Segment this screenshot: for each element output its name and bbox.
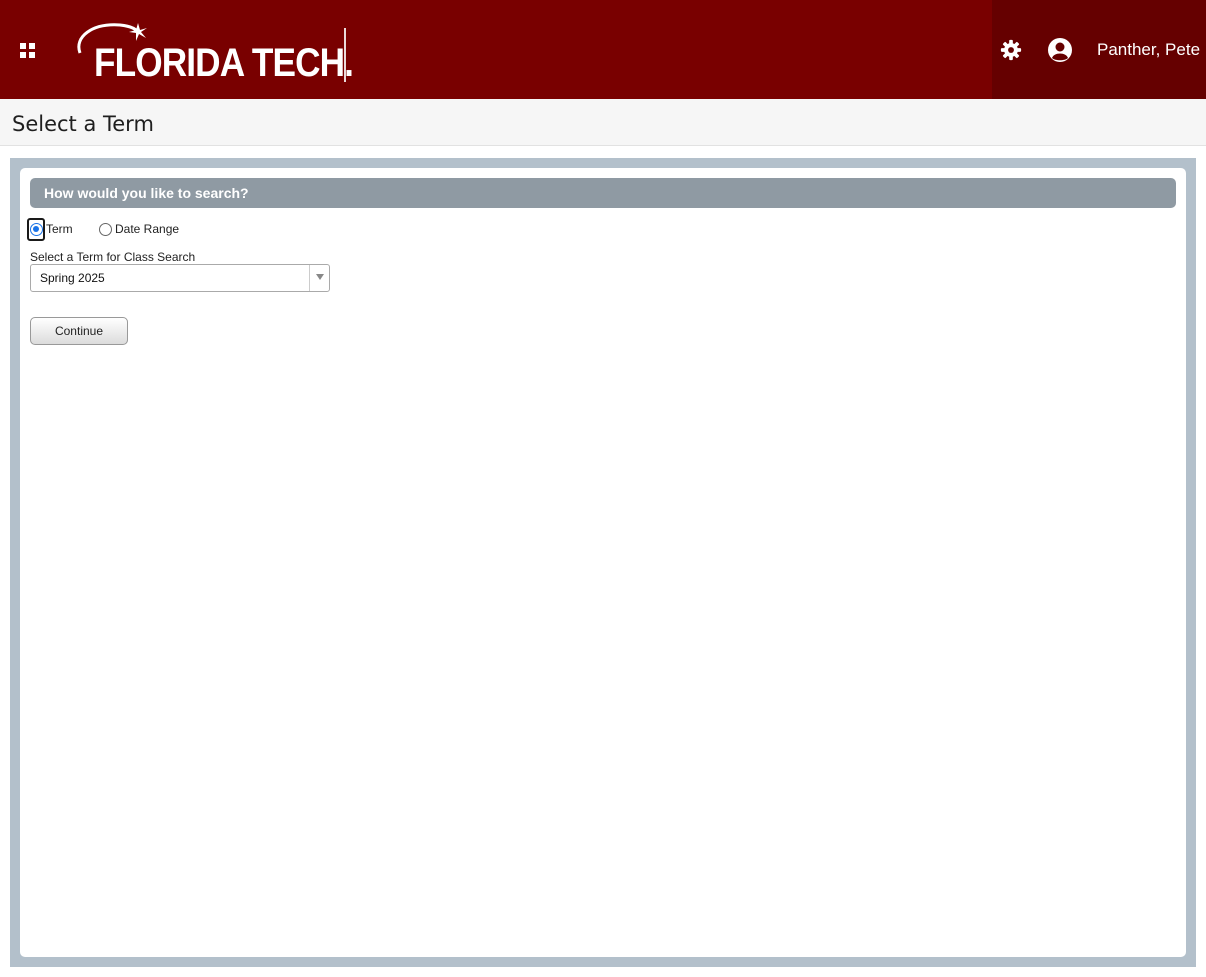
- date-range-radio[interactable]: [99, 223, 112, 236]
- logo-wordmark: FLORIDA TECH.: [94, 41, 354, 85]
- gear-icon[interactable]: [1000, 39, 1022, 61]
- user-name[interactable]: Panther, Pete: [1097, 39, 1200, 61]
- select-separator: [309, 265, 310, 291]
- term-select-value: Spring 2025: [40, 271, 105, 285]
- section-title: How would you like to search?: [44, 185, 249, 201]
- term-radio-label[interactable]: Term: [46, 222, 73, 236]
- term-radio[interactable]: [30, 223, 43, 236]
- user-avatar-icon[interactable]: [1047, 37, 1073, 63]
- term-select[interactable]: Spring 2025: [30, 264, 330, 292]
- page-title-bar: [0, 99, 1206, 146]
- apps-grid-icon[interactable]: [20, 43, 36, 59]
- page-title: Select a Term: [12, 112, 154, 136]
- date-range-radio-label[interactable]: Date Range: [115, 222, 179, 236]
- header-divider: [344, 28, 346, 82]
- term-select-label: Select a Term for Class Search: [30, 250, 196, 264]
- chevron-down-icon[interactable]: [316, 274, 324, 280]
- continue-button[interactable]: Continue: [30, 317, 128, 345]
- florida-tech-logo[interactable]: FLORIDA TECH.: [72, 19, 354, 85]
